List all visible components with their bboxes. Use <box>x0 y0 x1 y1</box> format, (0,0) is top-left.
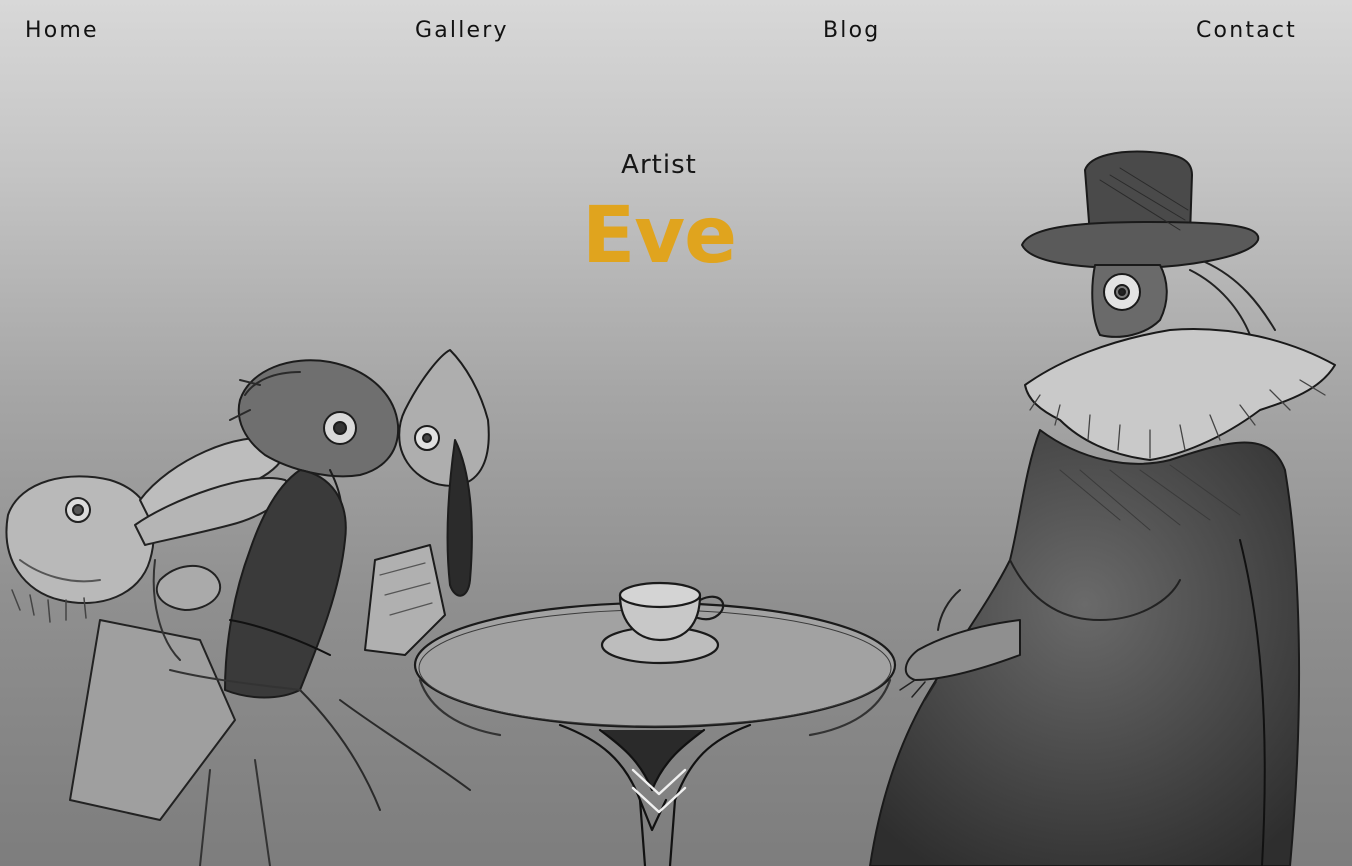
double-chevron-down-icon <box>631 768 687 814</box>
hero-title: Eve <box>581 191 737 281</box>
hero-subtitle: Artist <box>621 150 697 180</box>
top-navigation: Home Gallery Blog Contact <box>0 0 1352 64</box>
nav-link-home[interactable]: Home <box>25 18 99 43</box>
nav-link-blog[interactable]: Blog <box>823 18 880 43</box>
nav-link-contact[interactable]: Contact <box>1196 18 1297 43</box>
nav-link-gallery[interactable]: Gallery <box>415 18 509 43</box>
hero-artwork <box>5 150 1336 866</box>
hero-section: Home Gallery Blog Contact Artist Eve <box>0 0 1352 866</box>
scroll-down-button[interactable] <box>628 762 690 828</box>
